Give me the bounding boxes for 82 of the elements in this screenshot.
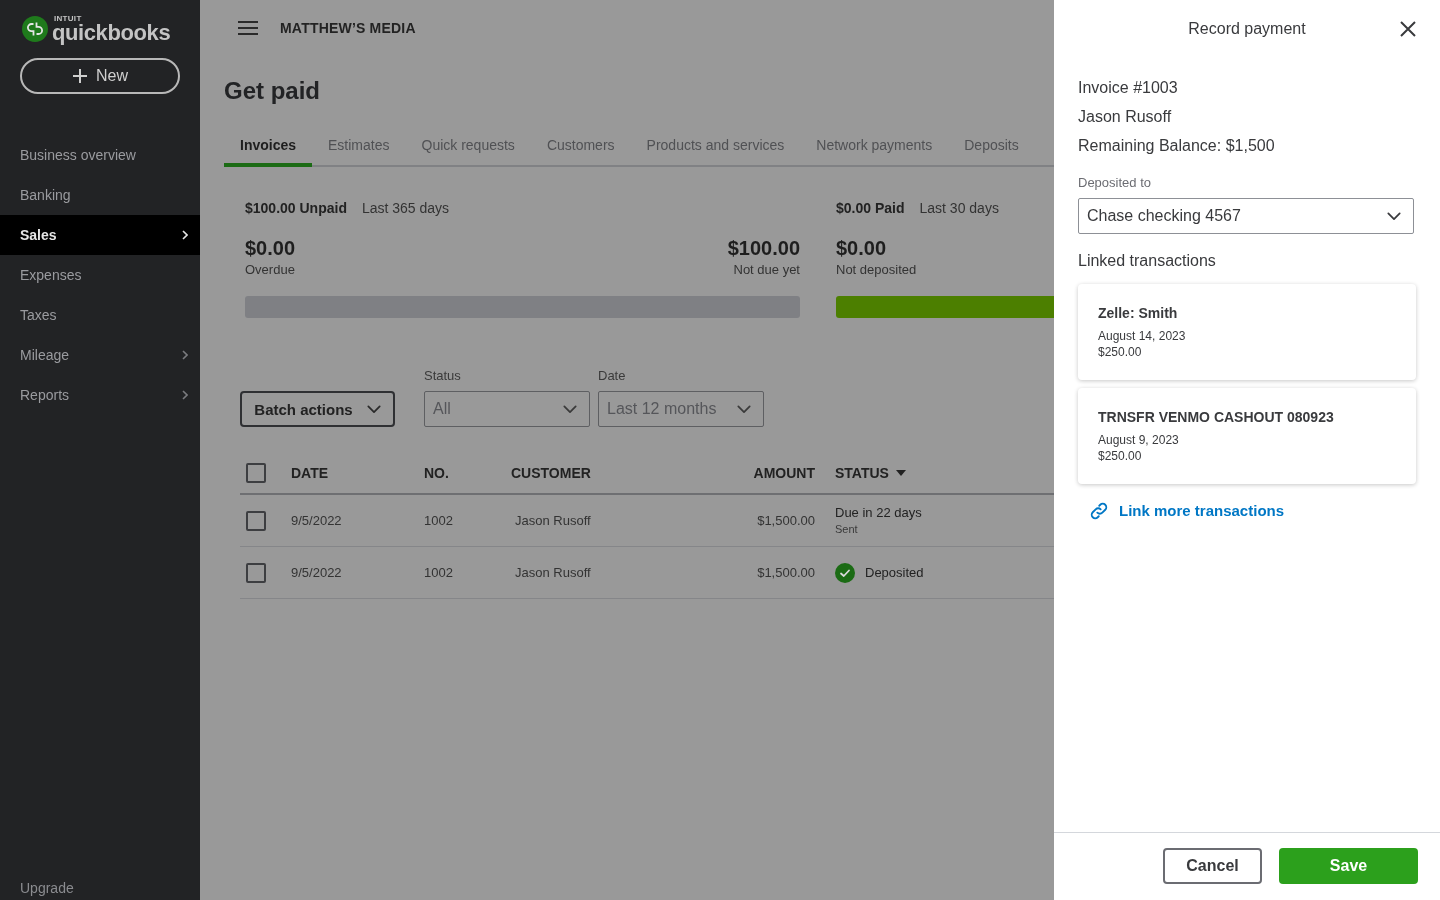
tab[interactable]: Invoices	[224, 127, 313, 167]
table-cell: 1002	[424, 513, 453, 528]
transaction-amount: $250.00	[1098, 344, 1142, 360]
checkbox[interactable]	[246, 510, 266, 531]
plus-icon	[72, 68, 88, 84]
upgrade-link[interactable]: Upgrade	[0, 879, 94, 900]
sidebar-item[interactable]: Taxes	[0, 295, 200, 335]
checkbox[interactable]	[246, 562, 266, 583]
sidebar-item[interactable]: Business overview	[0, 135, 200, 175]
column-header: AMOUNT	[753, 465, 815, 481]
filter-label: Date	[598, 367, 626, 385]
invoice-number: Invoice #1003	[1078, 78, 1178, 98]
close-button[interactable]	[1400, 21, 1416, 37]
menu-icon[interactable]	[238, 20, 258, 35]
account-dropdown[interactable]: Chase checking 4567	[1078, 198, 1414, 234]
table-cell: 1002	[424, 565, 453, 580]
status-text: Deposited	[865, 564, 924, 581]
transaction-card[interactable]: TRNSFR VENMO CASHOUT 080923 August 9, 2023 $250.00	[1078, 388, 1416, 484]
sidebar-item[interactable]: Mileage	[0, 335, 200, 375]
sort-caret-icon[interactable]	[895, 470, 906, 476]
summary-amount: $0.00	[245, 236, 296, 261]
table-cell: 9/5/2022	[291, 565, 342, 580]
filter-label: Status	[424, 367, 461, 385]
tab[interactable]: Products and services	[630, 127, 801, 167]
table-cell: Jason Rusoff	[515, 513, 591, 528]
status-text: Due in 22 days	[835, 505, 922, 521]
chevron-down-icon	[366, 404, 381, 414]
tab[interactable]: Estimates	[312, 127, 406, 167]
page-title: Get paid	[224, 76, 320, 106]
logo-mark-icon	[22, 16, 48, 42]
tab[interactable]: Deposits	[948, 127, 1035, 167]
table-cell: $1,500.00	[757, 565, 815, 580]
customer-name: Jason Rusoff	[1078, 107, 1172, 127]
summary-period: Last 30 days	[919, 199, 999, 218]
column-header: CUSTOMER	[511, 465, 591, 481]
panel-title: Record payment	[1188, 20, 1306, 38]
field-label: Deposited to	[1078, 174, 1151, 192]
save-button[interactable]: Save	[1279, 848, 1418, 884]
summary-label: Overdue	[245, 261, 295, 279]
status-subtext: Sent	[835, 522, 858, 536]
table-cell: 9/5/2022	[291, 513, 342, 528]
transaction-card[interactable]: Zelle: Smith August 14, 2023 $250.00	[1078, 284, 1416, 380]
logo-wordmark: quickbooks	[52, 21, 171, 44]
table-cell: Jason Rusoff	[515, 565, 591, 580]
table-cell: $1,500.00	[757, 513, 815, 528]
summary-period: Last 365 days	[361, 199, 450, 218]
tab[interactable]: Quick requests	[405, 127, 531, 167]
link-more-transactions-link[interactable]: Link more transactions	[1089, 500, 1285, 522]
check-circle-icon	[835, 562, 855, 583]
tab[interactable]: Network payments	[800, 127, 949, 167]
transaction-amount: $250.00	[1098, 448, 1142, 464]
checkbox[interactable]	[246, 463, 266, 483]
tab[interactable]: Customers	[530, 127, 631, 167]
summary-heading: $0.00 Paid	[836, 199, 905, 218]
transaction-name: Zelle: Smith	[1098, 304, 1178, 323]
company-name: MATTHEW’S MEDIA	[280, 19, 416, 36]
transaction-name: TRNSFR VENMO CASHOUT 080923	[1098, 408, 1334, 427]
sidebar-item[interactable]: Sales	[0, 215, 200, 255]
section-heading: Linked transactions	[1078, 251, 1216, 271]
column-header: NO.	[424, 465, 449, 481]
transaction-date: August 14, 2023	[1098, 328, 1186, 344]
chevron-down-icon	[1387, 211, 1401, 221]
summary-heading: $100.00 Unpaid	[245, 199, 347, 218]
transaction-date: August 9, 2023	[1098, 432, 1179, 448]
logo-subtext: INTUIT	[54, 14, 82, 23]
cancel-button[interactable]: Cancel	[1163, 848, 1262, 884]
summary-amount: $0.00	[836, 236, 887, 261]
sidebar-item[interactable]: Reports	[0, 375, 200, 415]
chevron-down-icon	[563, 404, 577, 414]
chevron-down-icon	[737, 404, 751, 414]
sidebar-item[interactable]: Expenses	[0, 255, 200, 295]
link-icon	[1089, 501, 1109, 521]
remaining-balance: Remaining Balance: $1,500	[1078, 136, 1275, 156]
close-icon	[1400, 21, 1416, 37]
column-header: DATE	[291, 465, 329, 481]
summary-amount: $100.00	[727, 236, 800, 261]
column-header: STATUS	[835, 465, 889, 481]
new-button[interactable]: New	[20, 58, 180, 94]
sidebar-item[interactable]: Banking	[0, 175, 200, 215]
batch-actions-button[interactable]: Batch actions	[240, 391, 395, 427]
summary-label: Not due yet	[733, 261, 800, 279]
summary-label: Not deposited	[836, 261, 917, 279]
